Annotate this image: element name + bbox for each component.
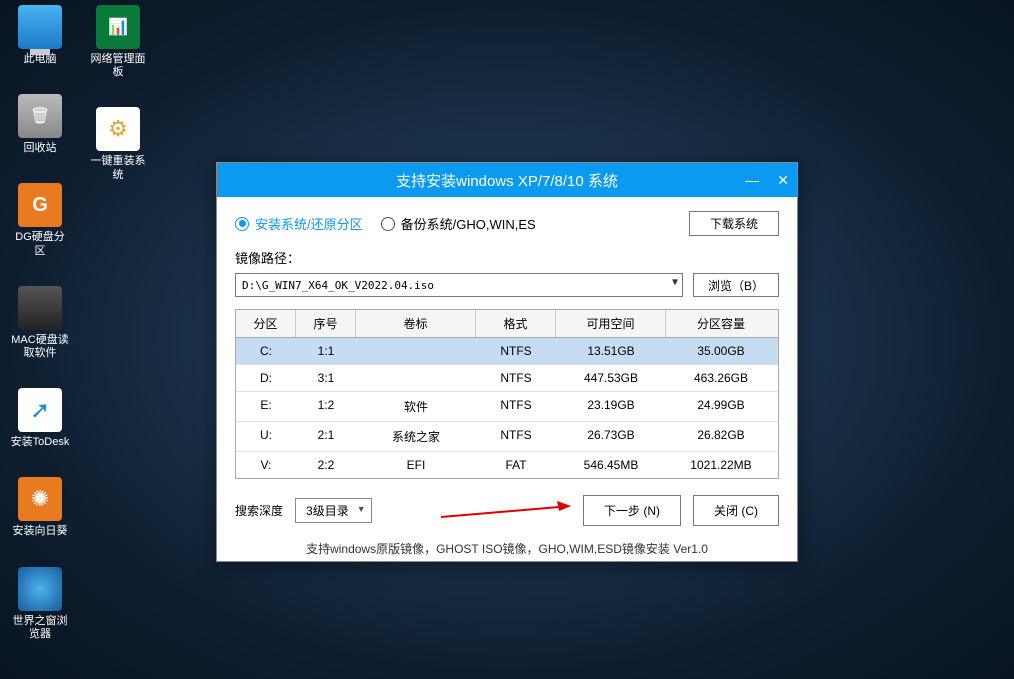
gear-icon (96, 107, 140, 151)
title-bar[interactable]: 支持安装windows XP/7/8/10 系统 — ✕ (217, 163, 797, 197)
globe-icon (18, 567, 62, 611)
red-arrow-hint (384, 501, 571, 521)
icon-dg-partition[interactable]: G DG硬盘分区 (10, 183, 70, 257)
next-button[interactable]: 下一步 (N) (583, 495, 681, 526)
radio-backup[interactable]: 备份系统/GHO,WIN,ES (381, 214, 536, 233)
radio-install-restore[interactable]: 安装系统/还原分区 (235, 214, 363, 233)
todesk-icon: ➚ (18, 388, 62, 432)
close-button[interactable]: ✕ (777, 172, 789, 189)
minimize-button[interactable]: — (745, 172, 759, 188)
network-icon: 📊 (96, 5, 140, 49)
radio-dot-icon (235, 217, 249, 231)
installer-window: 支持安装windows XP/7/8/10 系统 — ✕ 安装系统/还原分区 备… (216, 162, 798, 562)
sunflower-icon: ✺ (18, 477, 62, 521)
image-path-label: 镜像路径： (235, 248, 779, 267)
chevron-down-icon: ▼ (357, 504, 366, 514)
table-row[interactable]: E:1:2软件NTFS23.19GB24.99GB (236, 392, 778, 422)
footer-note: 支持windows原版镜像，GHOST ISO镜像，GHO,WIM,ESD镜像安… (235, 540, 779, 557)
bin-icon: 🗑 (18, 94, 62, 138)
table-header: 分区 序号 卷标 格式 可用空间 分区容量 (236, 310, 778, 338)
apple-icon (18, 286, 62, 330)
monitor-icon (18, 5, 62, 49)
image-path-input[interactable]: D:\G_WIN7_X64_OK_V2022.04.iso ▼ (235, 273, 683, 297)
table-row[interactable]: D:3:1NTFS447.53GB463.26GB (236, 365, 778, 392)
icon-this-pc[interactable]: 此电脑 (10, 5, 70, 66)
dg-icon: G (18, 183, 62, 227)
icon-network-panel[interactable]: 📊 网络管理面板 (88, 5, 148, 79)
desktop: 此电脑 🗑 回收站 G DG硬盘分区 MAC硬盘读取软件 ➚ 安装ToDesk … (10, 5, 148, 641)
close-action-button[interactable]: 关闭 (C) (693, 495, 779, 526)
icon-mac-reader[interactable]: MAC硬盘读取软件 (10, 286, 70, 360)
icon-todesk[interactable]: ➚ 安装ToDesk (10, 388, 70, 449)
radio-dot-icon (381, 217, 395, 231)
chevron-down-icon[interactable]: ▼ (672, 277, 678, 288)
table-row[interactable]: U:2:1系统之家NTFS26.73GB26.82GB (236, 422, 778, 452)
table-row[interactable]: V:2:2EFIFAT546.45MB1021.22MB (236, 452, 778, 478)
search-depth-label: 搜索深度 (235, 502, 283, 519)
download-system-button[interactable]: 下载系统 (689, 211, 779, 236)
icon-reinstall[interactable]: 一键重装系统 (88, 107, 148, 181)
search-depth-select[interactable]: 3级目录 ▼ (295, 498, 372, 523)
table-row[interactable]: C:1:1NTFS13.51GB35.00GB (236, 338, 778, 365)
icon-recycle-bin[interactable]: 🗑 回收站 (10, 94, 70, 155)
icon-sunflower[interactable]: ✺ 安装向日葵 (10, 477, 70, 538)
window-title: 支持安装windows XP/7/8/10 系统 (396, 170, 618, 191)
icon-world-browser[interactable]: 世界之窗浏览器 (10, 567, 70, 641)
partition-table: 分区 序号 卷标 格式 可用空间 分区容量 C:1:1NTFS13.51GB35… (235, 309, 779, 479)
browse-button[interactable]: 浏览（B） (693, 273, 779, 297)
